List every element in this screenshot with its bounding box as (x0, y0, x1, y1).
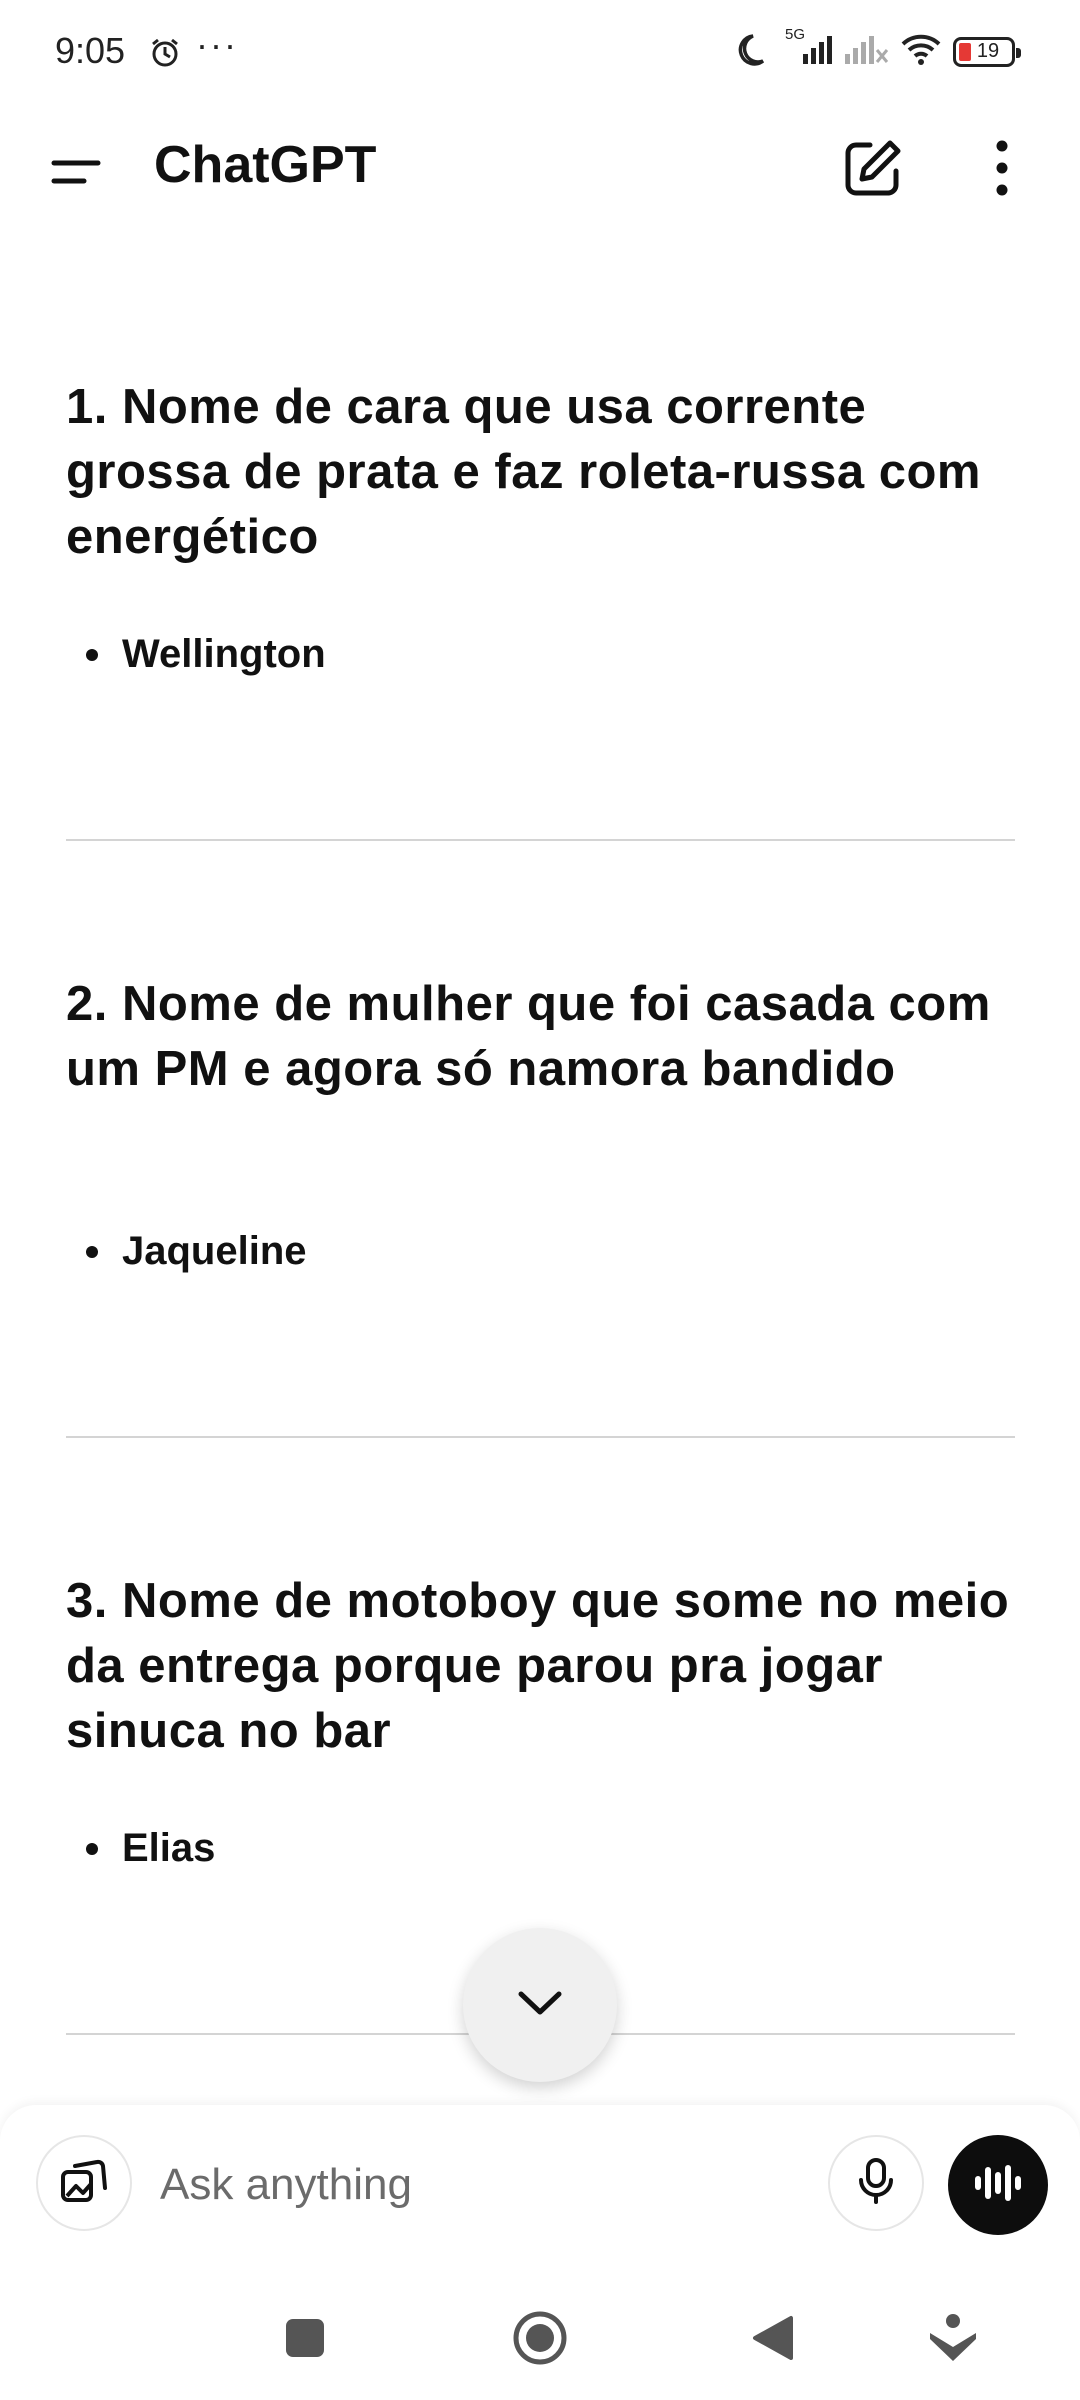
ask-input[interactable] (160, 2145, 800, 2225)
section-heading: 2. Nome de mulher que foi casada com um … (66, 977, 991, 1096)
battery-level: 19 (976, 40, 1000, 62)
more-vert-icon[interactable] (980, 135, 1024, 201)
list-item-text: Jaqueline (122, 1229, 307, 1273)
network-type: 5G (785, 26, 806, 43)
divider (66, 839, 1015, 841)
attach-image-icon (59, 2156, 109, 2211)
assistant-icon[interactable] (918, 2303, 988, 2373)
bullet-dot (86, 648, 98, 661)
attach-image-button[interactable] (36, 2135, 132, 2231)
answer-section-3: 3. Nome de motoboy que some no meio da e… (66, 1569, 1016, 1870)
menu-icon[interactable] (48, 143, 108, 203)
status-more-dots: ··· (196, 24, 238, 65)
home-circle-icon[interactable] (505, 2303, 575, 2373)
bullet-dot (86, 1245, 98, 1258)
answer-section-1: 1. Nome de cara que usa corrente grossa … (66, 375, 1016, 676)
system-nav-bar (0, 2275, 1080, 2400)
status-bar: 9:05 ··· 5G 19 (0, 0, 1080, 105)
section-heading: 3. Nome de motoboy que some no meio da e… (66, 1574, 1010, 1758)
list-item: Elias (86, 1826, 215, 1871)
divider (66, 1436, 1015, 1438)
wifi-icon (899, 32, 943, 71)
battery-icon: 19 (953, 36, 1021, 67)
back-triangle-icon[interactable] (738, 2303, 808, 2373)
voice-mode-button[interactable] (948, 2135, 1048, 2235)
scroll-down-button[interactable] (463, 1928, 617, 2082)
list-item-text: Elias (122, 1826, 216, 1870)
mic-button[interactable] (828, 2135, 924, 2231)
compose-icon[interactable] (840, 135, 906, 201)
mic-icon (856, 2156, 896, 2211)
section-heading: 1. Nome de cara que usa corrente grossa … (66, 380, 981, 564)
chat-content[interactable]: 1. Nome de cara que usa corrente grossa … (0, 235, 1080, 2105)
voice-mode-icon (971, 2161, 1025, 2210)
chevron-down-icon (515, 1988, 565, 2023)
alarm-icon (148, 36, 182, 75)
signal-icon: 5G (785, 26, 833, 71)
list-item: Wellington (86, 632, 326, 677)
status-time: 9:05 (55, 30, 126, 71)
bullet-dot (86, 1842, 98, 1855)
answer-section-2: 2. Nome de mulher que foi casada com um … (66, 972, 1016, 1273)
signal-off-icon (843, 32, 889, 71)
app-bar: ChatGPT (0, 105, 1080, 235)
composer (0, 2105, 1080, 2275)
recents-square-icon[interactable] (270, 2303, 340, 2373)
app-title: ChatGPT (154, 136, 377, 194)
moon-icon (737, 30, 775, 73)
list-item-text: Wellington (122, 632, 326, 676)
list-item: Jaqueline (86, 1229, 307, 1274)
